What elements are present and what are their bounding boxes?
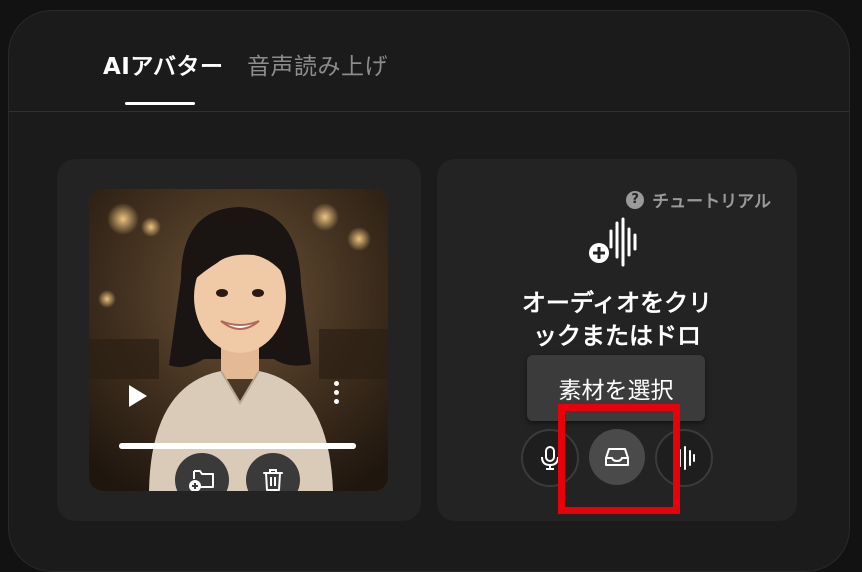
more-options-button[interactable] <box>331 381 341 411</box>
app-panel: AIアバター 音声読み上げ ? チュートリアル オーディオをクリ ックまたはドロ… <box>8 10 850 572</box>
drop-zone-text: オーディオをクリ ックまたはドロ <box>477 287 757 353</box>
folder-add-icon <box>189 470 214 491</box>
active-tab-indicator <box>125 102 195 105</box>
waveform-icon <box>674 446 695 470</box>
help-icon: ? <box>626 190 645 209</box>
video-progress-bar[interactable] <box>119 443 356 449</box>
avatar-video-preview[interactable] <box>89 189 388 491</box>
play-button[interactable] <box>129 385 147 407</box>
tutorial-label: チュートリアル <box>652 192 771 212</box>
microphone-icon <box>541 446 559 470</box>
inbox-icon <box>605 448 629 466</box>
more-vertical-icon <box>333 381 339 386</box>
audio-upload-card[interactable]: ? チュートリアル オーディオをクリ ックまたはドロ 素材を選択 <box>437 159 797 521</box>
drop-text-line-2: ックまたはドロ <box>533 322 701 350</box>
tutorial-link[interactable]: ? チュートリアル <box>626 187 771 212</box>
video-progress-fill <box>119 443 356 449</box>
drop-text-line-1: オーディオをクリ <box>521 289 713 317</box>
record-audio-button[interactable] <box>521 429 579 487</box>
audio-add-icon <box>589 217 637 267</box>
select-material-tooltip: 素材を選択 <box>527 355 705 421</box>
voice-waveform-button[interactable] <box>655 429 713 487</box>
trash-icon <box>263 469 283 491</box>
tab-voice-reading[interactable]: 音声読み上げ <box>247 47 388 81</box>
tab-bar: AIアバター 音声読み上げ <box>9 11 849 112</box>
tab-ai-avatar[interactable]: AIアバター <box>103 47 223 81</box>
select-material-button[interactable] <box>589 429 645 485</box>
avatar-card <box>57 159 421 521</box>
